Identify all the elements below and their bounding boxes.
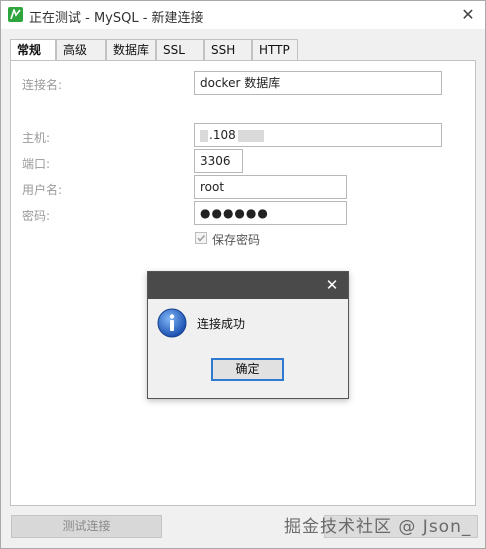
username-input[interactable]: root [194, 175, 347, 199]
checkmark-icon [197, 235, 206, 242]
save-password-label: 保存密码 [212, 233, 261, 247]
connection-name-input[interactable]: docker 数据库 [194, 71, 442, 95]
host-value: .108 [209, 128, 236, 142]
save-password-checkbox[interactable] [195, 232, 207, 244]
username-label: 用户名: [22, 183, 63, 197]
window-close-button[interactable]: ✕ [459, 6, 477, 24]
navicat-app-icon [8, 7, 23, 22]
redacted-blur [237, 129, 264, 142]
window-title: 正在测试 - MySQL - 新建连接 [29, 11, 204, 26]
connection-name-label: 连接名: [22, 78, 63, 92]
watermark-text: 掘金技术社区 @ Json_ [284, 517, 472, 537]
success-dialog: ✕ 连接成功 确定 [147, 271, 349, 399]
password-input[interactable]: ●●●●●● [194, 201, 347, 225]
tab-advanced[interactable]: 高级 [56, 39, 106, 60]
test-connection-button[interactable]: 测试连接 [11, 515, 162, 538]
tab-ssh[interactable]: SSH [204, 39, 252, 60]
dialog-titlebar: ✕ [148, 272, 348, 299]
tab-http[interactable]: HTTP [252, 39, 298, 60]
host-input[interactable]: .108 [194, 123, 442, 147]
window-titlebar: 正在测试 - MySQL - 新建连接 ✕ [1, 1, 485, 29]
tab-ssl[interactable]: SSL [156, 39, 204, 60]
tab-general[interactable]: 常规 [10, 39, 56, 61]
dialog-close-button[interactable]: ✕ [322, 275, 342, 295]
port-input[interactable]: 3306 [194, 149, 243, 173]
host-label: 主机: [22, 131, 51, 145]
tab-databases[interactable]: 数据库 [106, 39, 156, 60]
port-label: 端口: [22, 157, 51, 171]
ok-button[interactable]: 确定 [211, 358, 284, 381]
info-icon [157, 308, 187, 338]
password-label: 密码: [22, 209, 51, 223]
connection-window: 正在测试 - MySQL - 新建连接 ✕ 常规 高级 数据库 SSL SSH … [0, 0, 486, 549]
redacted-blur [200, 129, 208, 142]
dialog-message: 连接成功 [197, 317, 246, 331]
